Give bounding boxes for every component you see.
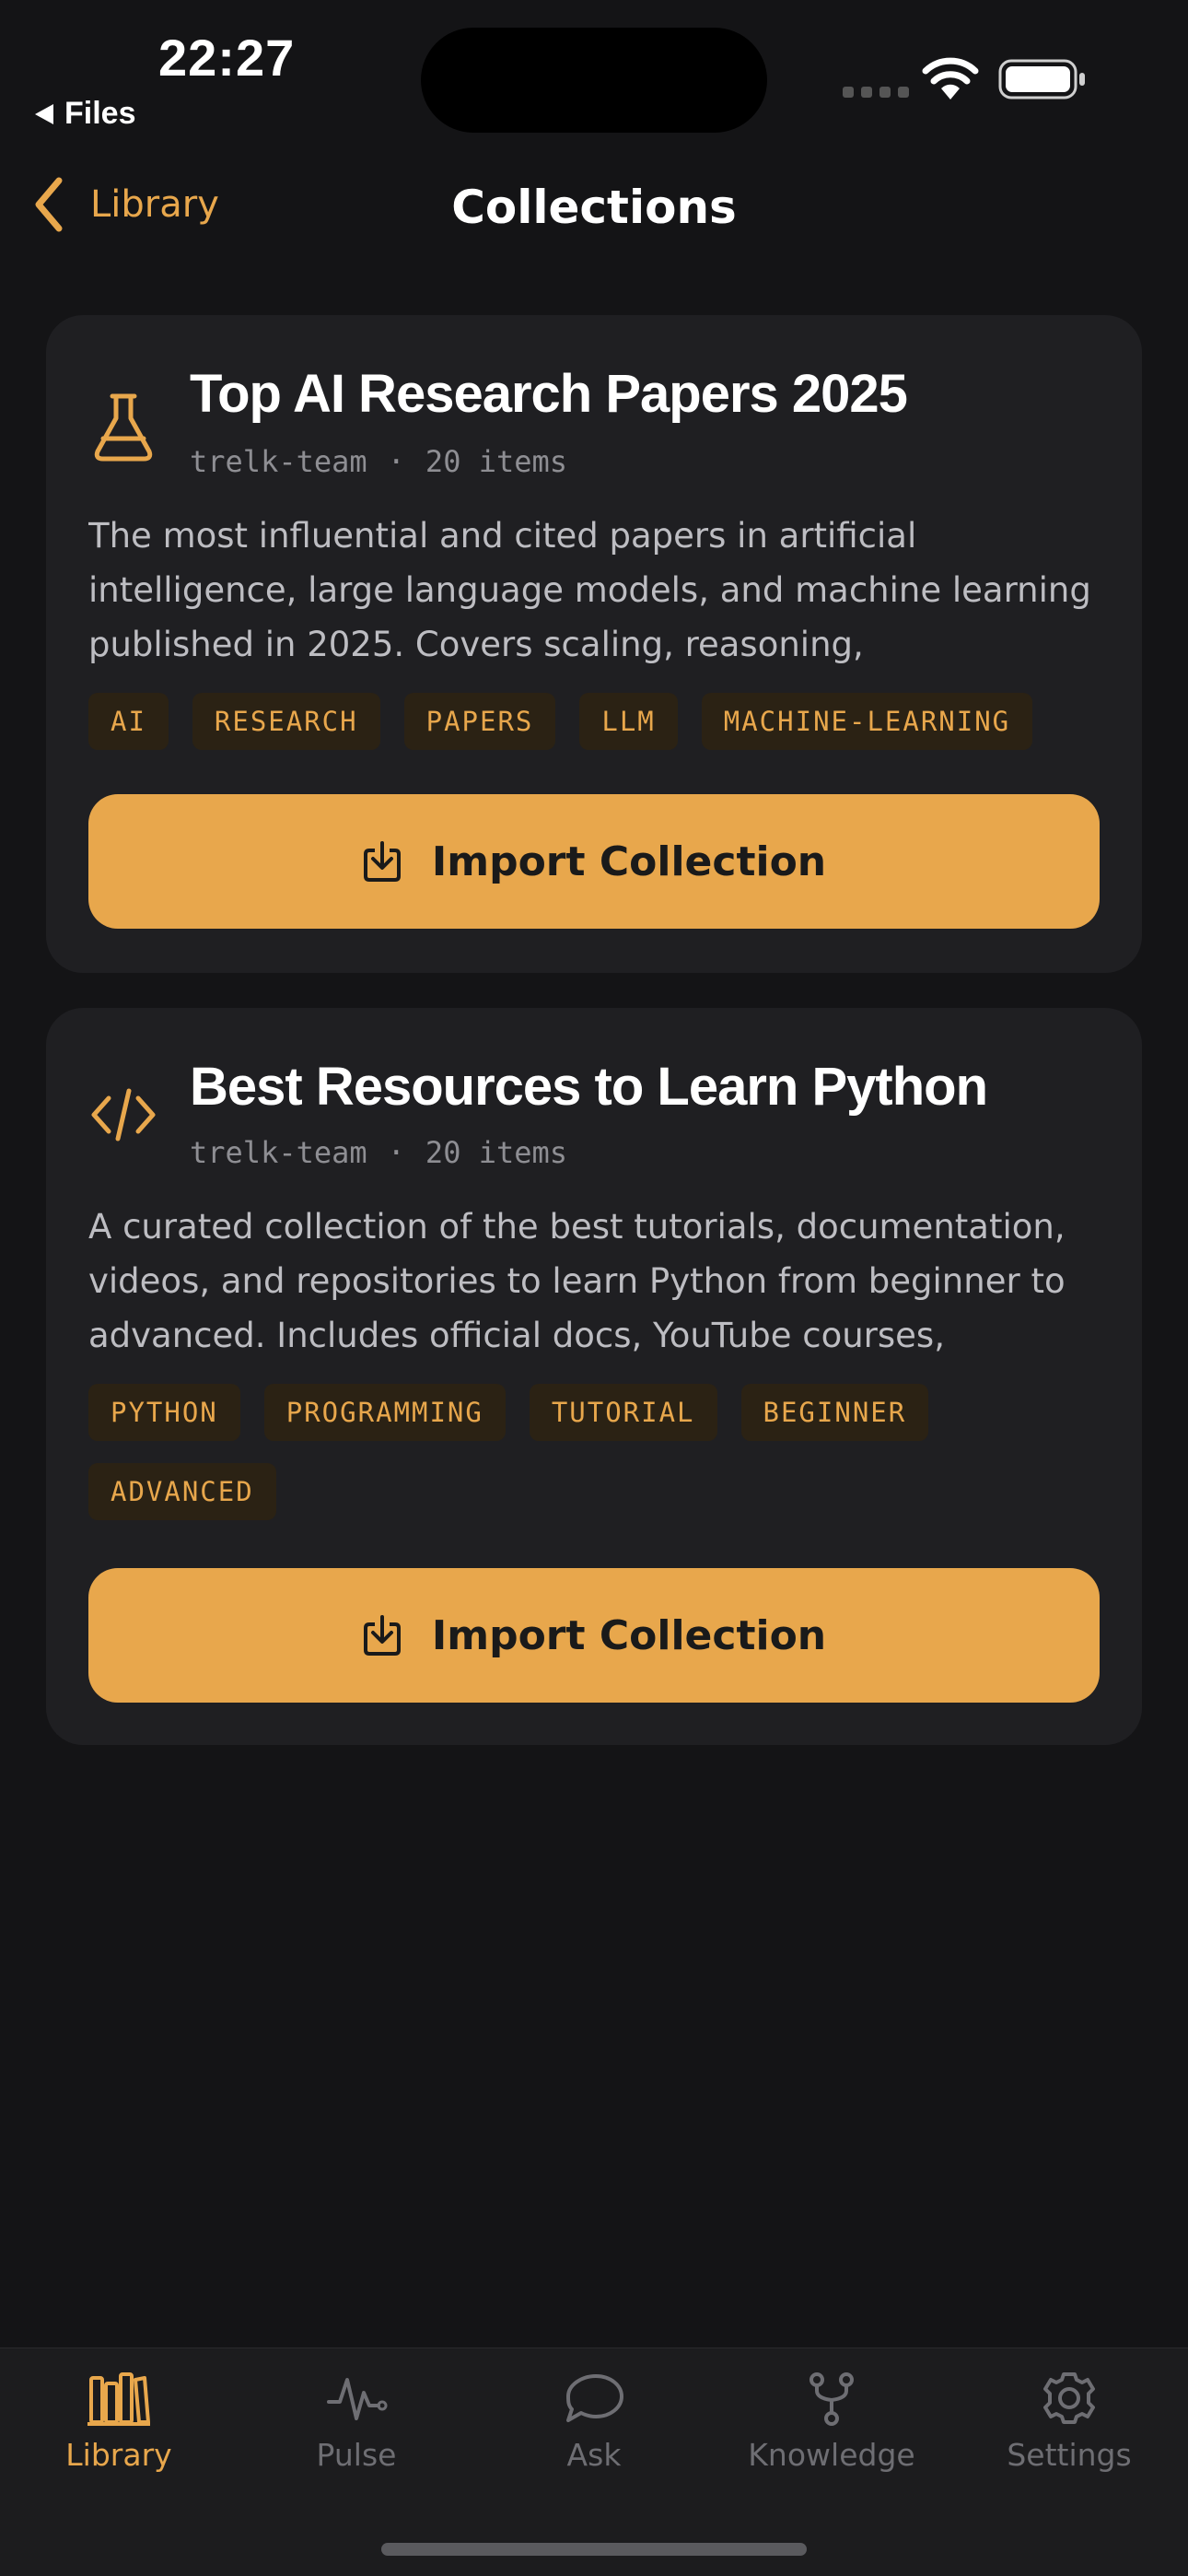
tag-list: PYTHON PROGRAMMING TUTORIAL BEGINNER ADV… <box>88 1384 1101 1520</box>
tab-library[interactable]: Library <box>0 2371 238 2473</box>
tag[interactable]: LLM <box>579 693 678 750</box>
flask-icon <box>94 393 153 462</box>
page-title: Collections <box>451 181 737 234</box>
download-icon <box>363 841 401 882</box>
collection-description: A curated collection of the best tutoria… <box>88 1207 1066 1355</box>
collection-author: trelk-team <box>190 444 367 479</box>
tab-label: Pulse <box>316 2437 397 2473</box>
tag[interactable]: BEGINNER <box>740 1384 929 1441</box>
tag[interactable]: PAPERS <box>403 693 556 750</box>
collection-title: Top AI Research Papers 2025 <box>190 364 908 424</box>
back-app-label: Files <box>64 96 136 131</box>
import-collection-button[interactable]: Import Collection <box>88 1568 1100 1703</box>
meta-separator: · <box>387 1135 405 1170</box>
tab-label: Ask <box>566 2437 622 2473</box>
pulse-icon <box>327 2378 388 2420</box>
tab-label: Knowledge <box>748 2437 915 2473</box>
tag[interactable]: RESEARCH <box>192 693 380 750</box>
collection-card: Best Resources to Learn Python trelk-tea… <box>46 1008 1142 1745</box>
dynamic-island <box>421 28 767 133</box>
tab-pulse[interactable]: Pulse <box>238 2371 475 2473</box>
tab-settings[interactable]: Settings <box>950 2371 1188 2473</box>
tag[interactable]: ADVANCED <box>88 1463 276 1520</box>
import-button-label: Import Collection <box>431 837 827 885</box>
library-icon <box>87 2372 150 2426</box>
collection-count: 20 items <box>425 1135 568 1170</box>
tag[interactable]: PROGRAMMING <box>263 1384 506 1441</box>
screen: 22:27 Files Library Collections Top AI R… <box>0 0 1188 2576</box>
gear-icon <box>1043 2372 1095 2424</box>
battery-icon <box>998 59 1085 100</box>
tag[interactable]: TUTORIAL <box>529 1384 717 1441</box>
home-indicator[interactable] <box>381 2543 807 2556</box>
import-button-label: Import Collection <box>431 1611 827 1659</box>
tag[interactable]: PYTHON <box>88 1384 240 1441</box>
collection-meta: trelk-team · 20 items <box>190 1135 567 1170</box>
collection-title: Best Resources to Learn Python <box>190 1057 988 1117</box>
chat-bubble-icon <box>566 2374 623 2422</box>
tab-ask[interactable]: Ask <box>475 2371 713 2473</box>
collection-count: 20 items <box>425 444 568 479</box>
tag-list: AI RESEARCH PAPERS LLM MACHINE-LEARNING <box>88 693 1101 750</box>
cellular-signal-icon <box>843 87 909 98</box>
download-icon <box>363 1615 401 1656</box>
tab-bar: Library Pulse Ask Knowledge Settings <box>0 2348 1188 2576</box>
collection-description: The most influential and cited papers in… <box>88 516 1091 664</box>
branch-icon <box>809 2372 854 2426</box>
meta-separator: · <box>387 444 405 479</box>
wifi-icon <box>922 57 979 100</box>
collection-card: Top AI Research Papers 2025 trelk-team ·… <box>46 315 1142 973</box>
collection-meta: trelk-team · 20 items <box>190 444 567 479</box>
import-collection-button[interactable]: Import Collection <box>88 794 1100 929</box>
back-triangle-icon <box>35 103 53 124</box>
tab-knowledge[interactable]: Knowledge <box>713 2371 950 2473</box>
status-time: 22:27 <box>158 29 296 87</box>
tab-label: Library <box>65 2437 172 2473</box>
back-to-app-button[interactable]: Files <box>35 96 135 132</box>
code-icon <box>91 1088 156 1142</box>
tag[interactable]: AI <box>88 693 169 750</box>
tag[interactable]: MACHINE-LEARNING <box>701 693 1033 750</box>
collection-author: trelk-team <box>190 1135 367 1170</box>
tab-label: Settings <box>1007 2437 1132 2473</box>
